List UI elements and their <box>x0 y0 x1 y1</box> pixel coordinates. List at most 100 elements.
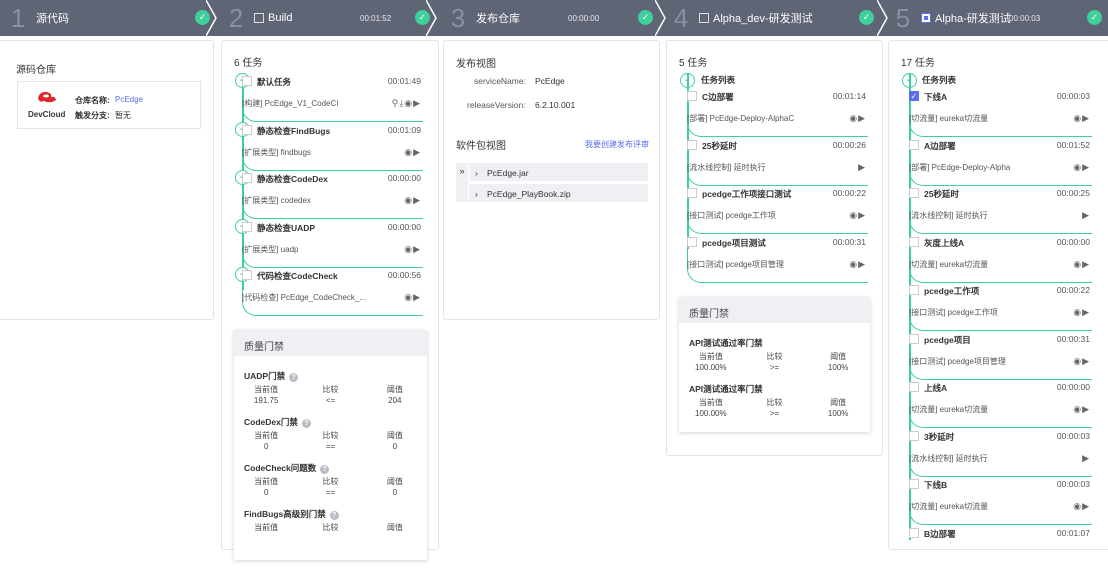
play-icon[interactable]: ▶ <box>413 98 421 108</box>
stage-number: 3 <box>450 2 466 33</box>
gate-value: 100% <box>827 409 849 418</box>
success-check-icon: ✓ <box>859 10 874 25</box>
help-icon[interactable]: ? <box>301 419 311 428</box>
play-icon[interactable]: ▶ <box>413 195 421 205</box>
eye-icon[interactable]: ◉ <box>404 98 413 108</box>
eye-icon[interactable]: ◉ <box>1073 259 1082 269</box>
play-icon[interactable]: ▶ <box>1082 113 1090 123</box>
branch-value: 暂无 <box>115 111 131 120</box>
play-icon[interactable]: ▶ <box>1082 162 1090 172</box>
create-release-review-link[interactable]: 我要创建发布评审 <box>585 139 649 150</box>
eye-icon[interactable]: ◉ <box>849 210 858 220</box>
repo-name-link[interactable]: PcEdge <box>115 95 143 104</box>
task-checkbox[interactable] <box>687 139 697 150</box>
task-checkbox[interactable] <box>909 139 919 150</box>
stage-checkbox[interactable] <box>699 13 709 23</box>
task-item[interactable]: 下线B 00:00:03 [切流量] eureka切流量 ◉▶ <box>909 465 1092 527</box>
stage-alpha-dev[interactable]: 4 Alpha_dev-研发测试 ✓ <box>663 0 885 36</box>
play-icon[interactable]: ▶ <box>1082 453 1090 463</box>
task-actions: ◉▶ <box>1073 259 1090 270</box>
stage-checkbox[interactable] <box>921 13 931 23</box>
quality-gate-list: UADP门禁? 当前值 比较 阈值 191.75 <= 204 CodeDex门禁? 当前值 比较… <box>234 356 427 533</box>
task-checkbox[interactable] <box>909 479 919 489</box>
task-item[interactable]: 代码检查CodeCheck 00:00:56 [代码检查] PcEdge_CodeC… <box>242 270 423 318</box>
eye-icon[interactable]: ◉ <box>1073 113 1082 123</box>
task-checkbox[interactable]: ✓ <box>909 91 919 101</box>
task-item[interactable]: 静态检查UADP 00:00:00 [扩展类型] uadp ◉▶ <box>242 221 423 270</box>
stage-checkbox[interactable] <box>254 13 264 23</box>
eye-icon[interactable]: ◉ <box>1073 356 1082 366</box>
help-icon[interactable]: ? <box>329 511 339 520</box>
gate-column-header: 阈值 <box>386 477 403 486</box>
task-checkbox[interactable] <box>909 333 919 344</box>
help-icon[interactable]: ? <box>320 465 330 474</box>
task-actions: ◉▶ <box>849 259 866 270</box>
play-icon[interactable]: ▶ <box>858 259 866 269</box>
task-checkbox[interactable] <box>687 188 697 198</box>
task-item[interactable]: pcedge项目测试 00:00:31 [接口测试] pcedge项目管理 ◉▶ <box>687 222 868 285</box>
eye-icon[interactable]: ◉ <box>1073 162 1082 172</box>
play-icon[interactable]: ▶ <box>413 244 421 254</box>
task-actions: ◉▶ <box>404 292 421 303</box>
stage-name: Build <box>268 12 293 24</box>
task-checkbox[interactable] <box>242 221 252 232</box>
task-title: C边部署 <box>702 92 734 102</box>
gate-value: 0 <box>392 488 398 497</box>
eye-icon[interactable]: ◉ <box>1073 404 1082 414</box>
eye-icon[interactable]: ◉ <box>1073 307 1082 317</box>
task-actions: ◉▶ <box>1073 404 1090 415</box>
task-checkbox[interactable] <box>242 270 252 280</box>
stage-source[interactable]: 1 源代码 ✓ <box>0 0 218 36</box>
task-subtitle: [切流量] eureka切流量 <box>909 114 989 123</box>
eye-icon[interactable]: ◉ <box>404 244 413 254</box>
task-checkbox[interactable] <box>909 236 919 247</box>
package-item[interactable]: › PcEdge.jar <box>469 163 648 181</box>
stage-alpha[interactable]: 5 Alpha-研发测试 00:00:03 ✓ <box>885 0 1108 36</box>
task-time: 00:00:26 <box>832 139 866 150</box>
task-item[interactable]: 静态检查CodeDex 00:00:00 [扩展类型] codedex ◉▶ <box>242 173 423 221</box>
task-item[interactable]: 静态检查FindBugs 00:01:09 [扩展类型] findbugs ◉▶ <box>242 124 423 173</box>
stage-build[interactable]: 2 Build 00:01:52 ✓ <box>218 0 440 36</box>
task-checkbox[interactable] <box>687 236 697 247</box>
eye-icon[interactable]: ◉ <box>404 147 413 157</box>
eye-icon[interactable]: ◉ <box>404 292 413 302</box>
task-item[interactable]: 默认任务 00:01:49 [构建] PcEdge_V1_CodeCI ⚲⤓◉▶ <box>242 76 423 124</box>
help-icon[interactable]: ? <box>289 373 299 382</box>
task-checkbox[interactable] <box>909 430 919 441</box>
task-checkbox[interactable] <box>687 91 697 101</box>
task-checkbox[interactable] <box>909 527 919 538</box>
stage-name: Alpha-研发测试 <box>935 13 1011 25</box>
play-icon[interactable]: ▶ <box>1082 210 1090 220</box>
build-panel: 6 任务 ✓默认任务00:01:49[构建] PcEdge_V1_CodeCI⚲… <box>221 40 439 560</box>
task-checkbox[interactable] <box>242 76 252 86</box>
play-icon[interactable]: ▶ <box>413 147 421 157</box>
play-icon[interactable]: ▶ <box>1082 356 1090 366</box>
eye-icon[interactable]: ◉ <box>404 195 413 205</box>
play-icon[interactable]: ▶ <box>413 292 421 302</box>
task-checkbox[interactable] <box>242 124 252 135</box>
eye-icon[interactable]: ◉ <box>849 259 858 269</box>
play-icon[interactable]: ▶ <box>1082 307 1090 317</box>
package-item[interactable]: › PcEdge_PlayBook.zip <box>469 184 648 202</box>
play-icon[interactable]: ▶ <box>1082 259 1090 269</box>
gate-value: 100.00% <box>695 409 727 418</box>
task-checkbox[interactable] <box>909 382 919 392</box>
stage-number: 5 <box>895 2 911 33</box>
eye-icon[interactable]: ◉ <box>849 113 858 123</box>
collapse-all-icon[interactable]: » <box>456 163 468 202</box>
stage-time: 00:00:00 <box>568 13 600 23</box>
task-item[interactable]: B边部署 00:01:07 <box>909 527 1092 576</box>
play-icon[interactable]: ▶ <box>1082 501 1090 511</box>
play-icon[interactable]: ▶ <box>858 210 866 220</box>
task-checkbox[interactable] <box>909 285 919 295</box>
gate-value: <= <box>325 396 336 405</box>
stage-release[interactable]: 3 发布仓库 00:00:00 ✓ <box>440 0 663 36</box>
task-checkbox[interactable] <box>909 188 919 198</box>
play-icon[interactable]: ▶ <box>1082 404 1090 414</box>
play-icon[interactable]: ▶ <box>858 162 866 172</box>
source-title: 源码仓库 <box>16 65 56 76</box>
play-icon[interactable]: ▶ <box>858 113 866 123</box>
task-subtitle: [接口测试] pcedge工作项 <box>687 211 776 220</box>
eye-icon[interactable]: ◉ <box>1073 501 1082 511</box>
task-checkbox[interactable] <box>242 173 252 183</box>
